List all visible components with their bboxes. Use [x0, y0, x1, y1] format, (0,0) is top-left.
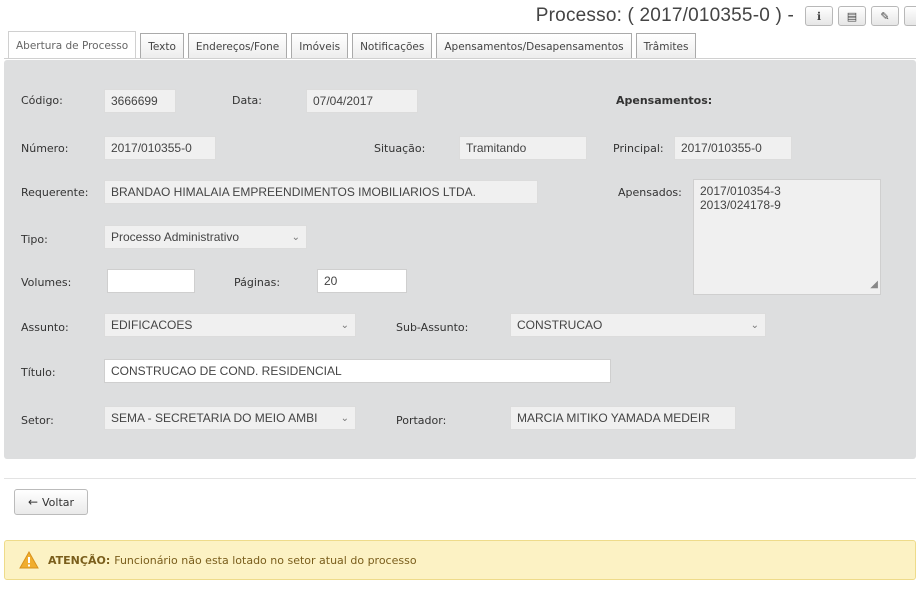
- situacao-label: Situação:: [374, 142, 426, 155]
- tab-bar: Abertura de Processo Texto Endereços/Fon…: [8, 31, 700, 59]
- titulo-label: Título:: [21, 366, 56, 379]
- alert-title: ATENÇÃO:: [48, 553, 111, 567]
- chevron-down-icon: ⌄: [291, 231, 300, 243]
- info-button[interactable]: ℹ: [805, 6, 833, 26]
- titulo-input[interactable]: CONSTRUCAO DE COND. RESIDENCIAL: [104, 359, 611, 383]
- alert-message: Funcionário não esta lotado no setor atu…: [114, 553, 417, 567]
- chevron-down-icon: ⌄: [340, 319, 349, 331]
- apensado-item: 2013/024178-9: [700, 198, 781, 212]
- voltar-button[interactable]: ← Voltar: [14, 489, 88, 515]
- edit-button[interactable]: ✎: [871, 6, 899, 26]
- apensamentos-heading: Apensamentos:: [616, 94, 713, 107]
- process-form-panel: Código: 3666699 Data: 07/04/2017 Apensam…: [4, 60, 916, 459]
- assunto-label: Assunto:: [21, 321, 69, 334]
- voltar-label: Voltar: [42, 495, 75, 509]
- data-field[interactable]: 07/04/2017: [306, 89, 418, 113]
- tab-divider: [4, 58, 916, 59]
- principal-field[interactable]: 2017/010355-0: [674, 136, 792, 160]
- requerente-field[interactable]: BRANDAO HIMALAIA EMPREENDIMENTOS IMOBILI…: [104, 180, 538, 204]
- tab-abertura[interactable]: Abertura de Processo: [8, 31, 137, 59]
- codigo-field[interactable]: 3666699: [104, 89, 176, 113]
- tipo-label: Tipo:: [21, 233, 48, 246]
- tab-enderecos[interactable]: Endereços/Fone: [187, 33, 288, 59]
- document-button[interactable]: ▤: [838, 6, 866, 26]
- setor-label: Setor:: [21, 414, 54, 427]
- arrow-left-icon: ←: [27, 495, 38, 509]
- tab-texto[interactable]: Texto: [140, 33, 184, 59]
- warning-icon: [19, 551, 39, 569]
- principal-label: Principal:: [613, 142, 664, 155]
- tab-tramites[interactable]: Trâmites: [635, 33, 697, 59]
- footer-divider: [4, 478, 916, 479]
- setor-value: SEMA - SECRETARIA DO MEIO AMBI: [111, 411, 318, 425]
- process-title: Processo: ( 2017/010355-0 ) -: [535, 5, 794, 26]
- assunto-value: EDIFICACOES: [111, 318, 193, 332]
- codigo-label: Código:: [21, 94, 63, 107]
- subassunto-value: CONSTRUCAO: [517, 318, 603, 332]
- resize-grip-icon[interactable]: ◢: [870, 278, 878, 292]
- document-icon: ▤: [846, 9, 858, 23]
- subassunto-label: Sub-Assunto:: [396, 321, 469, 334]
- paginas-label: Páginas:: [234, 276, 281, 289]
- portador-label: Portador:: [396, 414, 447, 427]
- numero-label: Número:: [21, 142, 69, 155]
- chevron-down-icon: ⌄: [340, 412, 349, 424]
- more-button[interactable]: [904, 6, 916, 26]
- warning-alert: ATENÇÃO: Funcionário não esta lotado no …: [4, 540, 916, 580]
- portador-field[interactable]: MARCIA MITIKO YAMADA MEDEIR: [510, 406, 736, 430]
- process-header: Processo: ( 2017/010355-0 ) - ℹ ▤ ✎: [536, 2, 916, 30]
- requerente-label: Requerente:: [21, 186, 89, 199]
- tab-notificacoes[interactable]: Notificações: [352, 33, 433, 59]
- paginas-input[interactable]: 20: [317, 269, 407, 293]
- tipo-value: Processo Administrativo: [111, 230, 240, 244]
- numero-field[interactable]: 2017/010355-0: [104, 136, 216, 160]
- tab-apensamentos[interactable]: Apensamentos/Desapensamentos: [436, 33, 632, 59]
- volumes-label: Volumes:: [21, 276, 72, 289]
- apensado-item: 2017/010354-3: [700, 184, 781, 198]
- situacao-field[interactable]: Tramitando: [459, 136, 587, 160]
- tab-imoveis[interactable]: Imóveis: [291, 33, 349, 59]
- data-label: Data:: [232, 94, 262, 107]
- tipo-select[interactable]: Processo Administrativo ⌄: [104, 225, 307, 249]
- assunto-select[interactable]: EDIFICACOES ⌄: [104, 313, 356, 337]
- chevron-down-icon: ⌄: [750, 319, 759, 331]
- edit-icon: ✎: [880, 9, 890, 23]
- apensados-textarea[interactable]: 2017/010354-3 2013/024178-9 ◢: [693, 179, 881, 295]
- apensados-label: Apensados:: [618, 186, 682, 199]
- subassunto-select[interactable]: CONSTRUCAO ⌄: [510, 313, 766, 337]
- info-icon: ℹ: [816, 9, 822, 23]
- setor-select[interactable]: SEMA - SECRETARIA DO MEIO AMBI ⌄: [104, 406, 356, 430]
- volumes-input[interactable]: [107, 269, 195, 293]
